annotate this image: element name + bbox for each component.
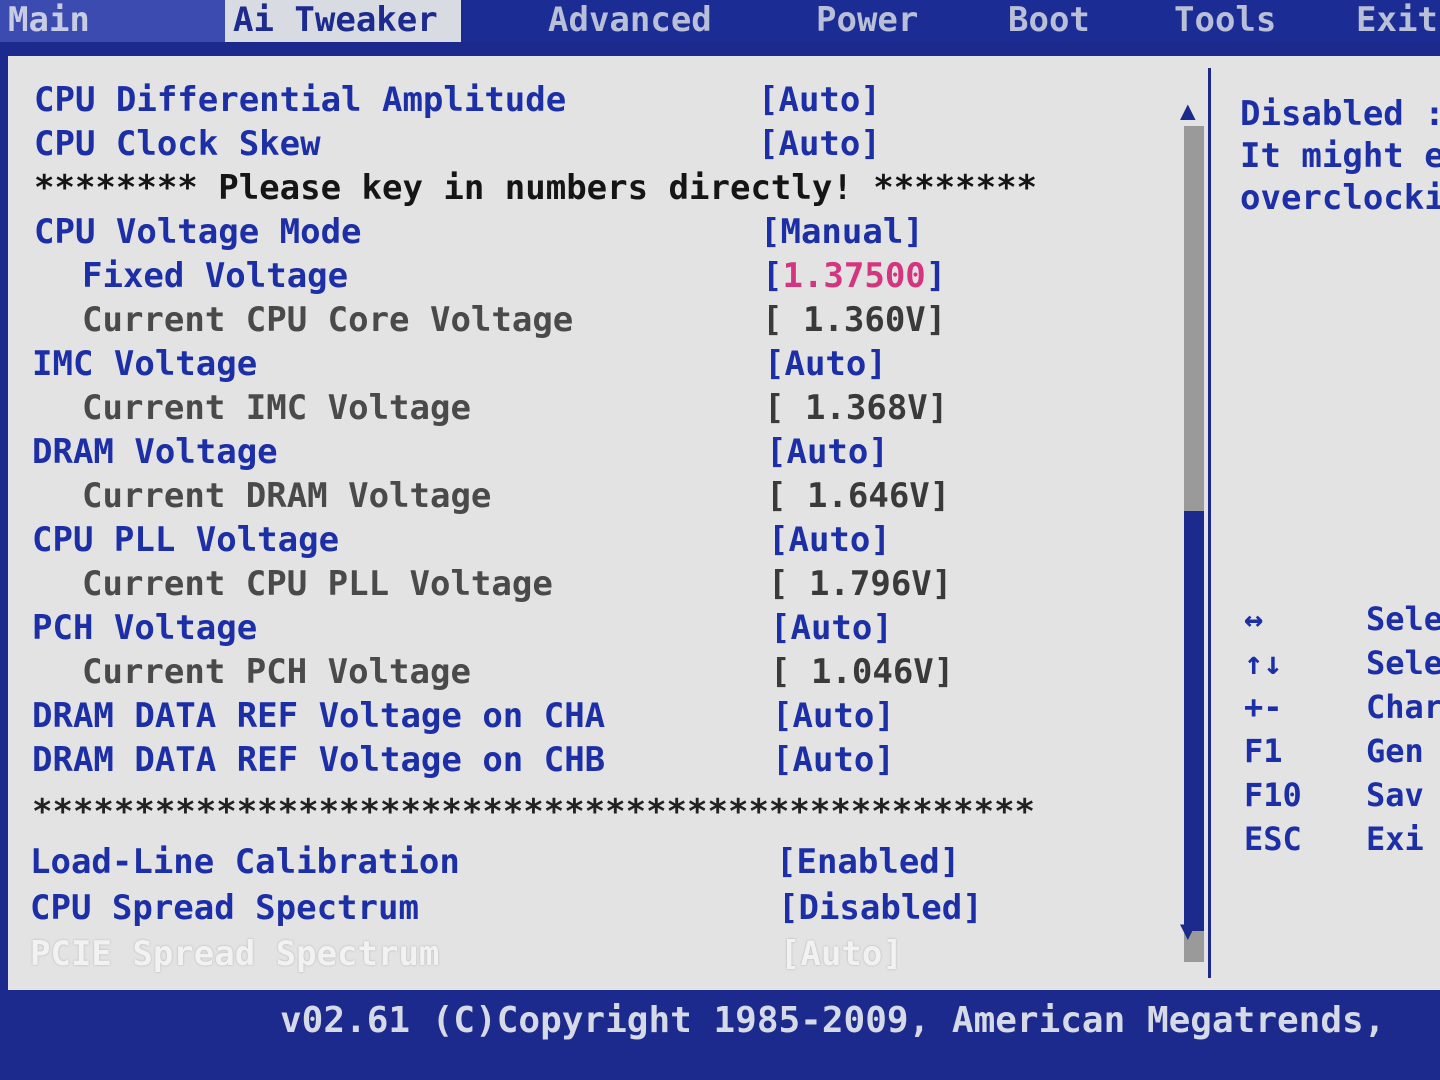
settings-panel: CPU Differential Amplitude [Auto] CPU Cl… <box>8 56 1440 990</box>
bracket-close: ] <box>925 256 947 296</box>
help-line: Disabled : <box>1240 94 1440 134</box>
copyright-text: v02.61 (C)Copyright 1985-2009, American … <box>280 1000 1386 1041</box>
f1-key: F1 <box>1244 732 1283 770</box>
fixed-voltage-field[interactable]: [1.37500] <box>762 256 946 296</box>
setting-value[interactable]: [Auto] <box>758 124 881 164</box>
readout-dram-voltage: Current DRAM Voltage [ 1.646V] <box>8 476 1178 520</box>
setting-imc-voltage[interactable]: IMC Voltage [Auto] <box>8 344 1178 388</box>
setting-dram-voltage[interactable]: DRAM Voltage [Auto] <box>8 432 1178 476</box>
tab-power[interactable]: Power <box>808 0 926 42</box>
readout-imc-voltage: Current IMC Voltage [ 1.368V] <box>8 388 1178 432</box>
key-description: Char <box>1366 688 1440 726</box>
setting-pcie-spread-spectrum[interactable]: PCIE Spread Spectrum [Auto] <box>8 934 1178 978</box>
setting-value[interactable]: [Auto] <box>758 80 881 120</box>
setting-label: CPU PLL Voltage <box>32 520 340 560</box>
tab-tools[interactable]: Tools <box>1166 0 1284 42</box>
readout-value: [ 1.360V] <box>762 300 947 340</box>
readout-cpu-pll-voltage: Current CPU PLL Voltage [ 1.796V] <box>8 564 1178 608</box>
setting-value[interactable]: [Auto] <box>768 520 891 560</box>
tab-boot[interactable]: Boot <box>1000 0 1098 42</box>
setting-value[interactable]: [Auto] <box>772 740 895 780</box>
setting-value[interactable]: [Auto] <box>772 696 895 736</box>
setting-label: Current DRAM Voltage <box>82 476 492 516</box>
scrollbar-thumb[interactable] <box>1184 511 1204 931</box>
readout-value: [ 1.796V] <box>768 564 953 604</box>
setting-label: CPU Differential Amplitude <box>34 80 567 120</box>
help-line: It might e <box>1240 136 1440 176</box>
f10-key: F10 <box>1244 776 1302 814</box>
setting-label: Current PCH Voltage <box>82 652 471 692</box>
setting-value[interactable]: [Auto] <box>764 344 887 384</box>
setting-cpu-pll-voltage[interactable]: CPU PLL Voltage [Auto] <box>8 520 1178 564</box>
esc-key: ESC <box>1244 820 1302 858</box>
readout-value: [ 1.646V] <box>766 476 951 516</box>
pane-divider <box>1208 68 1211 978</box>
setting-label: Current CPU Core Voltage <box>82 300 574 340</box>
notice-text: ******** Please key in numbers directly!… <box>34 168 1038 208</box>
setting-cpu-voltage-mode[interactable]: CPU Voltage Mode [Manual] <box>8 212 1178 256</box>
setting-value[interactable]: [Auto] <box>770 608 893 648</box>
tab-exit[interactable]: Exit <box>1348 0 1440 42</box>
tab-main[interactable]: Main <box>0 0 225 42</box>
left-right-arrows-icon: ↔ <box>1244 600 1264 638</box>
fixed-voltage-input[interactable]: 1.37500 <box>782 256 925 296</box>
setting-label: PCIE Spread Spectrum <box>30 934 440 974</box>
setting-load-line-calibration[interactable]: Load-Line Calibration [Enabled] <box>8 842 1178 886</box>
setting-label: PCH Voltage <box>32 608 258 648</box>
bracket-open: [ <box>762 256 783 296</box>
setting-cpu-clock-skew[interactable]: CPU Clock Skew [Auto] <box>8 124 1178 168</box>
setting-value[interactable]: [Enabled] <box>776 842 960 882</box>
settings-list: CPU Differential Amplitude [Auto] CPU Cl… <box>8 56 1208 990</box>
tab-advanced[interactable]: Advanced <box>540 0 720 42</box>
setting-label: CPU Voltage Mode <box>34 212 362 252</box>
setting-label: IMC Voltage <box>32 344 258 384</box>
setting-label: Current IMC Voltage <box>82 388 471 428</box>
readout-value: [ 1.368V] <box>764 388 949 428</box>
setting-label: CPU Clock Skew <box>34 124 321 164</box>
key-description: Sav <box>1366 776 1424 814</box>
setting-label: DRAM Voltage <box>32 432 278 472</box>
setting-value[interactable]: [Disabled] <box>778 888 983 928</box>
readout-pch-voltage: Current PCH Voltage [ 1.046V] <box>8 652 1178 696</box>
setting-value[interactable]: [Manual] <box>760 212 924 252</box>
setting-label: Current CPU PLL Voltage <box>82 564 553 604</box>
key-in-notice: ******** Please key in numbers directly!… <box>8 168 1178 212</box>
menu-bar: Main Ai Tweaker Advanced Power Boot Tool… <box>0 0 1440 42</box>
plus-minus-key: +- <box>1244 688 1283 726</box>
setting-label: CPU Spread Spectrum <box>30 888 419 928</box>
readout-value: [ 1.046V] <box>770 652 955 692</box>
tab-ai-tweaker[interactable]: Ai Tweaker <box>225 0 461 42</box>
setting-label: Load-Line Calibration <box>30 842 460 882</box>
separator-stars: ****************************************… <box>8 792 1178 836</box>
up-down-arrows-icon: ↑↓ <box>1244 644 1283 682</box>
key-description: Sele <box>1366 644 1440 682</box>
setting-fixed-voltage[interactable]: Fixed Voltage [1.37500] <box>8 256 1178 300</box>
setting-label: DRAM DATA REF Voltage on CHA <box>32 696 606 736</box>
setting-value[interactable]: [Auto] <box>780 934 903 974</box>
setting-value[interactable]: [Auto] <box>766 432 889 472</box>
setting-label: DRAM DATA REF Voltage on CHB <box>32 740 606 780</box>
setting-dram-data-ref-chb[interactable]: DRAM DATA REF Voltage on CHB [Auto] <box>8 740 1178 784</box>
key-description: Gen <box>1366 732 1424 770</box>
readout-cpu-core-voltage: Current CPU Core Voltage [ 1.360V] <box>8 300 1178 344</box>
help-line: overclocki <box>1240 178 1440 218</box>
key-description: Exi <box>1366 820 1424 858</box>
key-description: Sele <box>1366 600 1440 638</box>
setting-pch-voltage[interactable]: PCH Voltage [Auto] <box>8 608 1178 652</box>
separator-text: ****************************************… <box>32 792 1036 832</box>
setting-cpu-spread-spectrum[interactable]: CPU Spread Spectrum [Disabled] <box>8 888 1178 932</box>
scroll-down-icon[interactable]: ▼ <box>1180 916 1196 946</box>
setting-label: Fixed Voltage <box>82 256 349 296</box>
scroll-up-icon[interactable]: ▲ <box>1180 96 1196 126</box>
setting-cpu-differential-amplitude[interactable]: CPU Differential Amplitude [Auto] <box>8 80 1178 124</box>
setting-dram-data-ref-cha[interactable]: DRAM DATA REF Voltage on CHA [Auto] <box>8 696 1178 740</box>
